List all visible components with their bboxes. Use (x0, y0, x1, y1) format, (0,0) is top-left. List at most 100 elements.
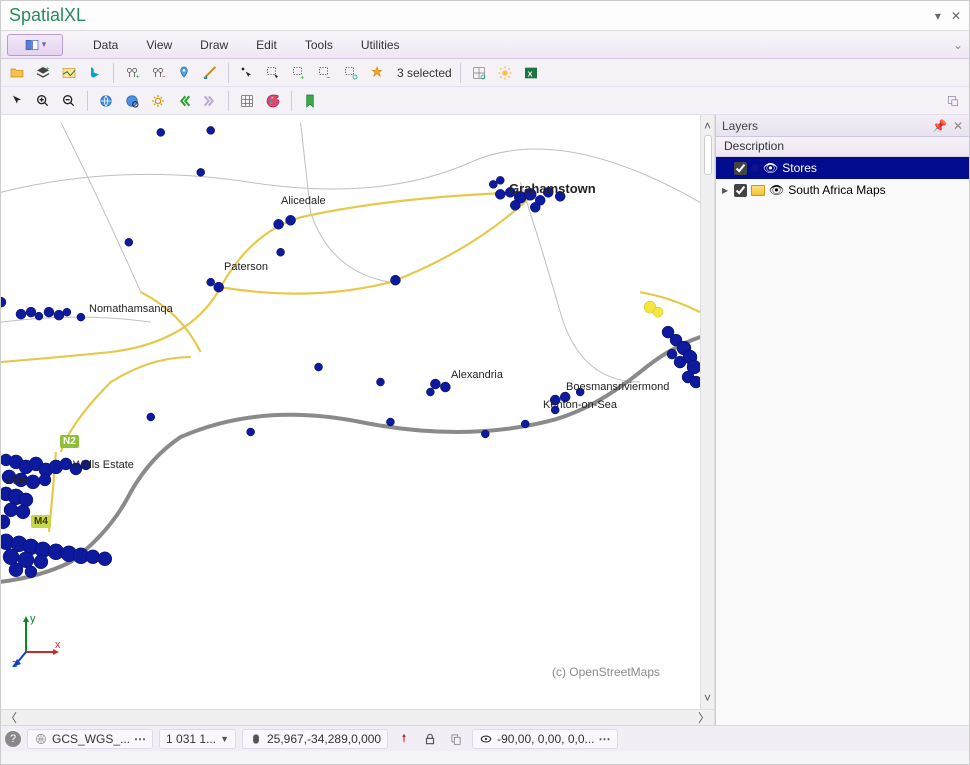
status-view[interactable]: -90,00, 0,00, 0,0... ⋯ (472, 729, 617, 749)
zoom-layer-icon[interactable] (122, 91, 142, 111)
open-folder-icon[interactable] (7, 63, 27, 83)
select-point-icon[interactable] (237, 63, 257, 83)
ribbon-collapse-button[interactable]: ⌄ (953, 38, 963, 52)
select-clear-icon[interactable] (367, 63, 387, 83)
svg-text:X: X (527, 69, 532, 78)
basemap-icon[interactable] (59, 63, 79, 83)
menu-edit[interactable]: Edit (242, 34, 291, 56)
layer-row-stores[interactable]: 👁 Stores (716, 157, 969, 179)
scroll-thumb[interactable] (704, 135, 712, 175)
dropdown-caret-icon[interactable]: ▼ (220, 734, 229, 744)
menu-utilities[interactable]: Utilities (347, 34, 414, 56)
status-projection[interactable]: GCS_WGS_... ⋯ (27, 729, 153, 749)
home-toggle-button[interactable]: ▾ (7, 34, 63, 56)
ruler-icon[interactable] (200, 63, 220, 83)
map-hscrollbar[interactable]: 〈 〉 (1, 709, 714, 725)
lock-icon[interactable] (420, 729, 440, 749)
map-vscrollbar[interactable]: ˄ ˅ (700, 115, 714, 709)
menu-draw[interactable]: Draw (186, 34, 242, 56)
ribbon: ▾ Data View Draw Edit Tools Utilities ⌄ (1, 31, 969, 59)
status-scale-text: 1 031 1... (166, 732, 216, 746)
minimize-button[interactable]: ▾ (935, 9, 941, 23)
select-subtract-icon[interactable]: − (315, 63, 335, 83)
layer-name: Stores (782, 161, 817, 175)
visibility-icon[interactable]: 👁 (769, 183, 784, 197)
menu-view[interactable]: View (132, 34, 186, 56)
eye-icon (479, 732, 493, 746)
layers-add-icon[interactable]: + (33, 63, 53, 83)
ellipsis-button[interactable]: ⋯ (134, 732, 146, 746)
layer-checkbox[interactable] (734, 184, 747, 197)
help-icon[interactable]: ? (5, 731, 21, 747)
excel-icon[interactable]: X (521, 63, 541, 83)
layers-column-header: Description (716, 137, 969, 157)
zoom-in-icon[interactable] (33, 91, 53, 111)
history-back-icon[interactable] (174, 91, 194, 111)
layer-swatch-icon (751, 164, 759, 172)
scroll-left-icon[interactable]: 〈 (5, 709, 17, 726)
menu-data[interactable]: Data (79, 34, 132, 56)
layers-panel: Layers 📌 ✕ Description 👁 Stores ▸ 👁 Sout… (715, 115, 969, 725)
map-svg (1, 115, 700, 709)
grid-tool-icon[interactable] (469, 63, 489, 83)
title-bar: SpatialXL ▾ ✕ (1, 1, 969, 31)
visibility-icon[interactable]: 👁 (763, 161, 778, 175)
main-menu: Data View Draw Edit Tools Utilities (79, 34, 414, 56)
marker-icon[interactable] (174, 63, 194, 83)
svg-text:−: − (326, 74, 330, 80)
copy-icon[interactable] (446, 729, 466, 749)
close-panel-icon[interactable]: ✕ (953, 119, 963, 133)
pins-remove-icon[interactable]: − (148, 63, 168, 83)
pins-add-icon[interactable]: + (122, 63, 142, 83)
selection-count: 3 selected (397, 66, 452, 80)
status-scale[interactable]: 1 031 1... ▼ (159, 729, 236, 749)
layers-header: Layers 📌 ✕ (716, 115, 969, 137)
status-view-text: -90,00, 0,00, 0,0... (497, 732, 594, 746)
palette-icon[interactable] (263, 91, 283, 111)
status-bar: ? GCS_WGS_... ⋯ 1 031 1... ▼ 25,967,-34,… (1, 725, 969, 751)
scroll-up-icon[interactable]: ˄ (704, 119, 711, 133)
folder-icon (751, 185, 765, 196)
pushpin-icon[interactable] (394, 729, 414, 749)
axis-z-label: z (12, 658, 18, 668)
map-attribution: (c) OpenStreetMaps (552, 665, 660, 679)
select-rect-icon[interactable] (263, 63, 283, 83)
axis-x-label: x (55, 639, 61, 651)
map-canvas[interactable]: Alicedale Grahamstown Paterson Nomathams… (1, 115, 700, 709)
select-intersect-icon[interactable] (341, 63, 361, 83)
scroll-down-icon[interactable]: ˅ (704, 691, 711, 705)
popout-map-icon[interactable] (943, 91, 963, 111)
toolbar-primary: + + − + − 3 selected X (1, 59, 969, 87)
status-projection-text: GCS_WGS_... (52, 732, 130, 746)
select-add-icon[interactable]: + (289, 63, 309, 83)
main-area: Alicedale Grahamstown Paterson Nomathams… (1, 115, 969, 725)
axis-gizmo: y x z (11, 612, 61, 671)
pin-icon[interactable]: 📌 (932, 119, 947, 133)
history-forward-icon[interactable] (200, 91, 220, 111)
layers-title: Layers (722, 119, 926, 133)
layer-row-south-africa-maps[interactable]: ▸ 👁 South Africa Maps (716, 179, 969, 201)
settings-gear-icon[interactable] (148, 91, 168, 111)
grid-icon[interactable] (237, 91, 257, 111)
bing-icon[interactable] (85, 63, 105, 83)
mouse-icon (249, 732, 263, 746)
app-title: SpatialXL (9, 5, 935, 26)
status-coords-text: 25,967,-34,289,0,000 (267, 732, 381, 746)
svg-text:−: − (162, 74, 166, 80)
layer-checkbox[interactable] (734, 162, 747, 175)
bookmark-icon[interactable] (300, 91, 320, 111)
zoom-extent-icon[interactable] (96, 91, 116, 111)
close-button[interactable]: ✕ (951, 9, 961, 23)
menu-tools[interactable]: Tools (291, 34, 347, 56)
axis-y-label: y (30, 613, 36, 625)
ellipsis-button[interactable]: ⋯ (599, 732, 611, 746)
dropdown-caret-icon: ▾ (42, 39, 47, 50)
pointer-icon[interactable] (7, 91, 27, 111)
globe-grid-icon (34, 732, 48, 746)
status-coordinates[interactable]: 25,967,-34,289,0,000 (242, 729, 388, 749)
tree-expand-icon[interactable]: ▸ (720, 183, 730, 197)
zoom-out-icon[interactable] (59, 91, 79, 111)
scroll-right-icon[interactable]: 〉 (698, 709, 710, 726)
svg-text:+: + (46, 65, 50, 72)
sun-icon[interactable] (495, 63, 515, 83)
